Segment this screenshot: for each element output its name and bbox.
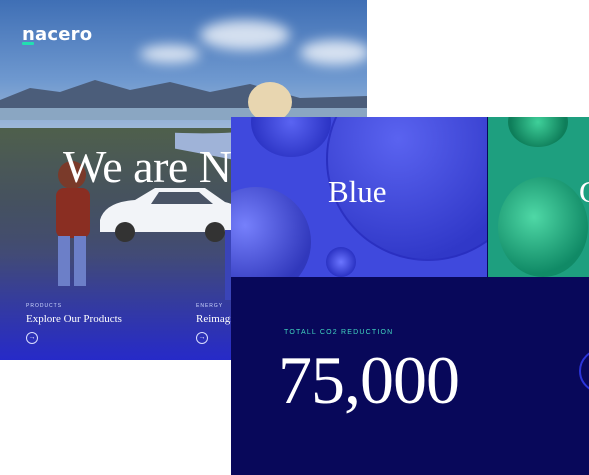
ring-icon: [579, 349, 589, 393]
explore-products-link[interactable]: Explore Our Products: [26, 313, 122, 325]
cloud: [200, 20, 290, 50]
logo-accent-bar: [22, 42, 34, 45]
cloud: [300, 40, 367, 65]
green-tile[interactable]: G: [488, 117, 589, 277]
tile-label: G: [579, 174, 589, 210]
bubble-image: [508, 117, 568, 147]
tile-label: Blue: [328, 174, 387, 209]
stat-value: 75,000: [278, 342, 460, 418]
bubble-image: [326, 247, 356, 277]
cloud: [140, 45, 200, 63]
co2-card: Blue G TOTALL CO2 REDUCTION 75,000: [231, 117, 589, 475]
bubble-image: [231, 187, 311, 277]
column-label: ENERGY: [196, 303, 224, 309]
arrow-right-icon[interactable]: →: [196, 332, 208, 344]
stat-label: TOTALL CO2 REDUCTION: [284, 329, 394, 336]
arrow-right-icon[interactable]: →: [26, 332, 38, 344]
column-label: PRODUCTS: [26, 303, 63, 309]
hero-headline: We are Na: [63, 141, 252, 192]
bubble-image: [498, 177, 588, 277]
bubble-image: [251, 117, 331, 157]
blue-tile[interactable]: Blue: [231, 117, 487, 277]
